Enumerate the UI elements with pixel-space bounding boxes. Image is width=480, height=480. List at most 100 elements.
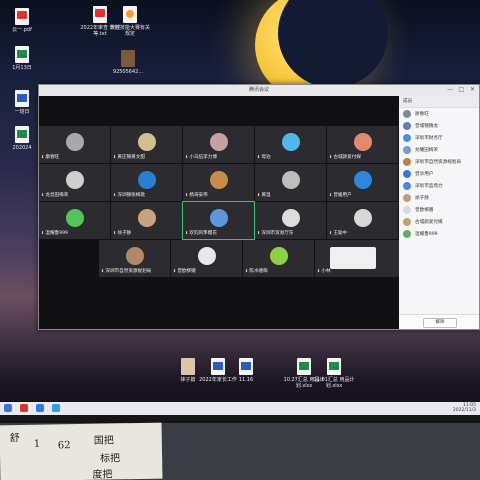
start-icon[interactable] [4,404,12,412]
spreadsheet-file-icon [327,358,341,375]
spreadsheet-file-icon [15,126,29,143]
participant-tile[interactable]: 康春旺 [39,126,110,163]
member-name: 深圳市监场力 [415,184,443,189]
member-avatar [403,206,411,214]
participant-name: 古城颜爱付媒 [329,154,361,161]
participant-avatar [330,247,376,269]
desktop-icon[interactable]: 1月13日 [0,46,44,71]
member-row[interactable]: 古城颜爱付媒 [399,216,479,228]
participant-name: 欢钧风筝樱花 [185,230,217,237]
participant-tile[interactable]: 黄温 [255,164,326,201]
participant-avatar [353,171,372,189]
participant-tile[interactable]: 陈水德辉 [243,240,314,277]
participant-name: 陈水德辉 [245,268,267,275]
desktop-icon-label: 11.16 [238,377,254,383]
participant-avatar [137,171,156,189]
browser-icon[interactable] [36,404,44,412]
member-row[interactable]: 温耀鲁999 [399,228,479,240]
member-avatar [403,134,411,142]
member-avatar [403,218,411,226]
member-row[interactable]: 龙曦田梅荣 [399,144,479,156]
member-panel: 成员 廖春旺 曾城锦镇龙 深圳市财务厅 龙曦田梅荣 深圳市自然资源规划局 曾诉用户 深圳市监… [399,96,479,329]
note-line: 舒 [9,433,20,445]
participant-tile[interactable]: 曾欧柳娥 [171,240,242,277]
participant-name: 深圳镇张梅歌 [113,192,145,199]
member-row[interactable]: 曾欧柳娥 [399,204,479,216]
media-file-icon [123,6,137,23]
participant-avatar [137,209,156,227]
video-grid: 康春旺 黄庄镇黄文甜 小马伍李力博 母泊 古城颜爱付媒龙昌田梅荣 深圳镇张梅歌 杨海安伟 黄温… [39,96,425,329]
member-name: 深圳市自然资源规划局 [415,160,461,165]
participant-name: 小林 [317,268,330,275]
member-name: 徐子静 [415,196,429,201]
member-row[interactable]: 徐子静 [399,192,479,204]
participant-tile[interactable]: 小马伍李力博 [183,126,254,163]
participant-tile[interactable]: 黄庄镇黄文甜 [111,126,182,163]
desktop-icon[interactable]: 92505642... [106,50,150,75]
participant-avatar [281,171,300,189]
image-file-icon [181,358,195,375]
participant-tile[interactable]: 温耀鲁999 [39,202,110,239]
member-row[interactable]: 曾城锦镇龙 [399,120,479,132]
member-name: 深圳市财务厅 [415,136,443,141]
unmute-button[interactable]: 解除 [423,318,457,328]
desktop-icon[interactable]: 云一.pdf [0,8,44,33]
spreadsheet-file-icon [15,46,29,63]
participant-avatar [65,171,84,189]
participant-tile[interactable]: 杨海安伟 [183,164,254,201]
wps-icon[interactable] [20,404,28,412]
participant-tile[interactable]: 王聪中 [327,202,398,239]
participant-tile[interactable]: 母泊 [255,126,326,163]
document-file-icon [239,358,253,375]
meeting-app-icon[interactable] [52,404,60,412]
clock-date: 2022/11/3 [452,408,476,413]
desktop-icon[interactable]: 数控技能大赛有关规定 [108,6,152,37]
pdf-file-icon [15,8,29,25]
member-avatar [403,230,411,238]
member-name: 曾诉用户 [415,172,434,177]
participant-name: 深圳市贸易厅东 [257,230,293,237]
desktop-icon[interactable]: 11.01汇总 用品计划.xlsx [312,358,356,389]
participant-name: 王聪中 [329,230,347,237]
member-avatar [403,146,411,154]
image-file-icon [121,50,135,67]
window-titlebar[interactable]: 腾讯会议 — □ ✕ [39,85,479,96]
participant-avatar [137,133,156,151]
member-avatar [403,194,411,202]
handwritten-note: 舒 1 62 国把 标把 度把 [0,422,163,480]
minimize-button[interactable]: — [447,86,453,94]
note-line: 国把 [93,435,114,447]
participant-tile[interactable]: 深圳市自然资源规划局 [99,240,170,277]
participant-tile[interactable]: 古城颜爱付媒 [327,126,398,163]
participant-tile[interactable]: 龙昌田梅荣 [39,164,110,201]
participant-name: 康春旺 [41,154,59,161]
member-avatar [403,170,411,178]
member-avatar [403,182,411,190]
taskbar: 11:05 2022/11/3 [0,402,480,415]
member-name: 龙曦田梅荣 [415,148,438,153]
member-row[interactable]: 深圳市财务厅 [399,132,479,144]
participant-name: 曾媛用户 [329,192,351,199]
participant-tile[interactable]: 深圳镇张梅歌 [111,164,182,201]
participant-name: 杨海安伟 [185,192,207,199]
note-line: 1 [33,438,41,450]
maximize-button[interactable]: □ [458,86,464,94]
member-row[interactable]: 深圳市自然资源规划局 [399,156,479,168]
member-row[interactable]: 曾诉用户 [399,168,479,180]
participant-tile[interactable]: 徐子静 [111,202,182,239]
desktop-icon[interactable]: 11.16 [224,358,268,383]
participant-avatar [209,209,228,227]
participant-tile[interactable]: 欢钧风筝樱花 [182,201,255,240]
member-avatar [403,122,411,130]
participant-tile[interactable]: 深圳市贸易厅东 [255,202,326,239]
close-button[interactable]: ✕ [470,86,475,94]
monitor-bezel [0,415,480,423]
member-row[interactable]: 廖春旺 [399,108,479,120]
participant-name: 深圳市自然资源规划局 [101,268,151,275]
participant-tile[interactable]: 曾媛用户 [327,164,398,201]
member-panel-footer: 解除 [399,314,479,329]
spreadsheet-file-icon [297,358,311,375]
desktop-icon-label: 11.01汇总 用品计划.xlsx [313,377,355,389]
member-row[interactable]: 深圳市监场力 [399,180,479,192]
participant-name: 曾欧柳娥 [173,268,195,275]
